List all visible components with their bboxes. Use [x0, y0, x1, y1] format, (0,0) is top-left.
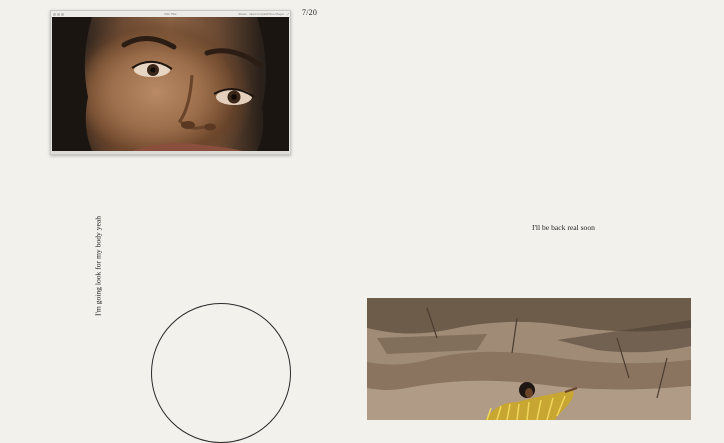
window-toolbar-actions[interactable]: Share · Open in QuickTime Player — [238, 12, 284, 16]
face-illustration — [52, 17, 289, 151]
cliff-photo[interactable] — [367, 298, 691, 420]
video-still[interactable] — [52, 17, 289, 151]
window-statusbar — [52, 151, 289, 154]
cliff-illustration — [367, 298, 691, 420]
page-counter: 7/20 — [302, 8, 318, 17]
vertical-caption: I'm going look for my body yeah — [93, 215, 103, 317]
side-caption: I'll be back real soon — [532, 223, 595, 232]
circle-outline — [151, 303, 291, 443]
video-window[interactable]: Film Title Share · Open in QuickTime Pla… — [50, 10, 291, 155]
fullscreen-icon[interactable]: ⤢ — [287, 12, 289, 16]
